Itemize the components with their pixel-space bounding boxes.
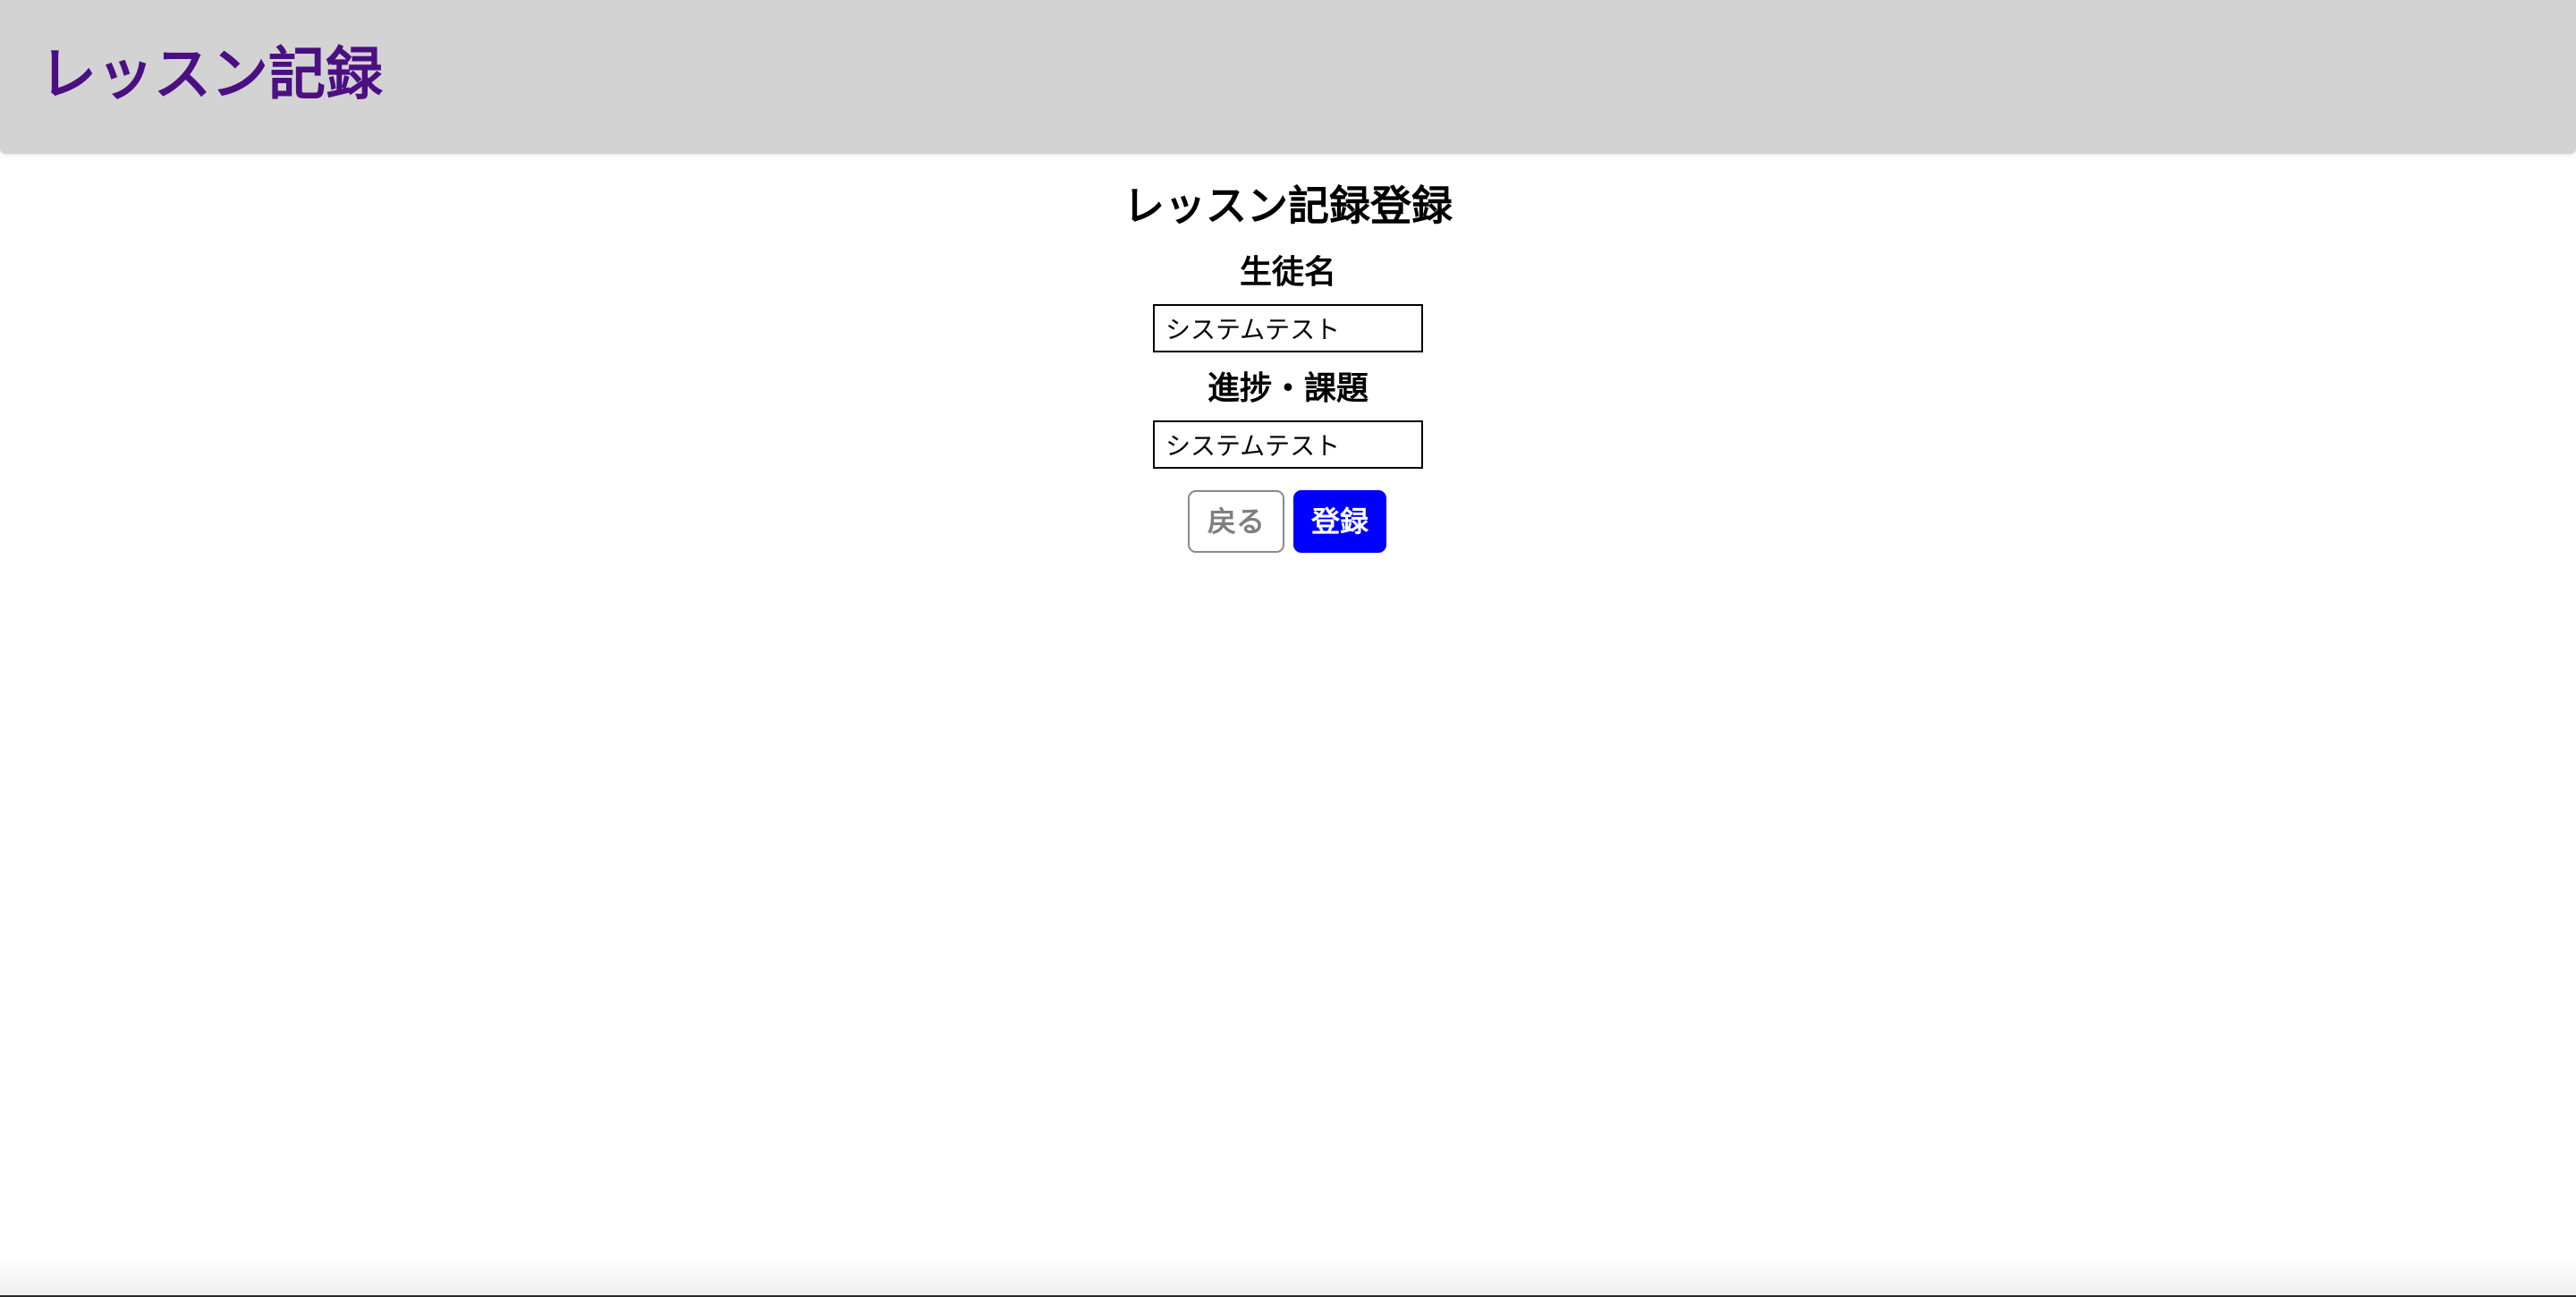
progress-tasks-input[interactable] xyxy=(1153,420,1423,469)
back-button[interactable]: 戻る xyxy=(1188,490,1284,553)
app-title: レッスン記録 xyxy=(39,42,383,108)
register-button[interactable]: 登録 xyxy=(1293,490,1386,553)
progress-tasks-label: 進捗・課題 xyxy=(1207,370,1368,407)
page-title: レッスン記録登録 xyxy=(1123,182,1453,230)
app-header: レッスン記録 xyxy=(0,0,2576,154)
bottom-edge-shadow xyxy=(0,1258,2576,1297)
student-name-label: 生徒名 xyxy=(1239,254,1336,291)
student-name-input[interactable] xyxy=(1153,304,1423,352)
lesson-record-form: レッスン記録登録 生徒名 進捗・課題 戻る 登録 xyxy=(0,154,2576,1297)
app-window: レッスン記録 レッスン記録登録 生徒名 進捗・課題 戻る 登録 xyxy=(0,0,2576,1297)
